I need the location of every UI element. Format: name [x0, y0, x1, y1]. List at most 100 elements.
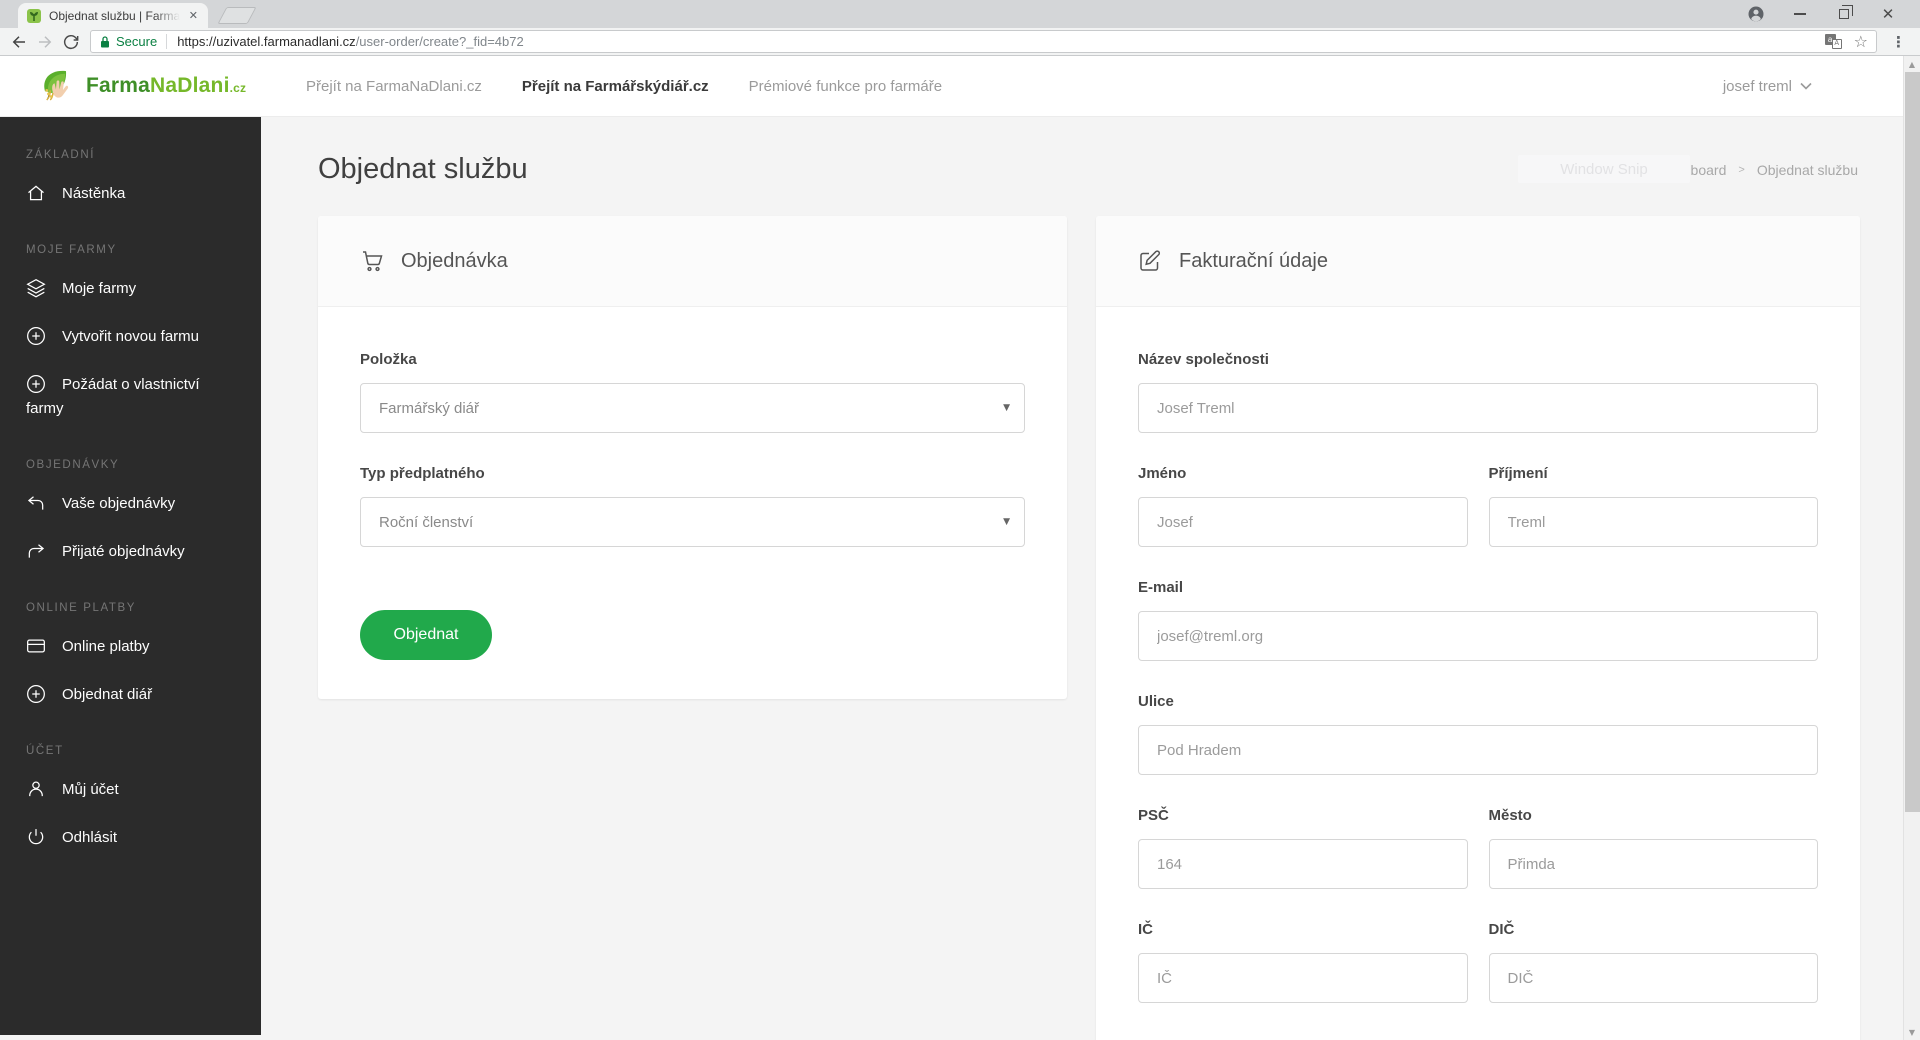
browser-tab[interactable]: Objednat službu | FarmaN ✕ — [18, 3, 208, 28]
breadcrumb-separator: > — [1738, 163, 1745, 176]
top-nav: Přejít na FarmaNaDlani.cz Přejít na Farm… — [306, 78, 942, 95]
sidebar: ZÁKLADNÍ Nástěnka MOJE FARMY Moje farmy … — [0, 117, 261, 1035]
sidebar-item-moje-farmy[interactable]: Moje farmy — [26, 265, 237, 313]
last-name-input[interactable] — [1488, 497, 1818, 547]
plus-circle-icon — [27, 685, 45, 703]
company-label: Název společnosti — [1138, 351, 1269, 368]
url-host: https://uzivatel.farmanadlani.cz — [177, 34, 356, 49]
company-input[interactable] — [1138, 383, 1818, 433]
sidebar-item-pozadat-vlastnictvi[interactable]: Požádat o vlastnictví farmy — [26, 361, 237, 433]
back-icon[interactable] — [6, 30, 32, 54]
zip-label: PSČ — [1138, 807, 1169, 824]
lock-icon — [99, 35, 111, 49]
bookmark-star-icon[interactable]: ☆ — [1854, 33, 1868, 50]
minimize-button[interactable] — [1778, 0, 1822, 28]
sidebar-item-nastenka[interactable]: Nástěnka — [26, 170, 237, 218]
ic-label: IČ — [1138, 921, 1153, 938]
last-name-label: Příjmení — [1488, 465, 1548, 482]
sidebar-section-zakladni: ZÁKLADNÍ — [26, 149, 96, 161]
breadcrumb: Dashboard > Objednat službu — [1658, 162, 1858, 178]
tab-title: Objednat službu | FarmaN — [49, 8, 180, 23]
sidebar-item-vytvorit-farmu[interactable]: Vytvořit novou farmu — [26, 313, 237, 361]
order-card-title: Objednávka — [401, 249, 508, 272]
home-icon — [28, 185, 44, 201]
scroll-up-icon[interactable]: ▲ — [1904, 56, 1920, 72]
url-path: /user-order/create?_fid=4b72 — [355, 34, 524, 49]
street-label: Ulice — [1138, 693, 1174, 710]
forward-icon[interactable] — [32, 30, 58, 54]
zip-input[interactable] — [1138, 839, 1468, 889]
restore-button[interactable] — [1822, 0, 1866, 28]
nav-link-farmanadlani[interactable]: Přejít na FarmaNaDlani.cz — [306, 78, 482, 95]
divider — [166, 34, 168, 49]
sidebar-section-online-platby: ONLINE PLATBY — [26, 602, 137, 614]
logo-hand-leaf-icon — [44, 70, 69, 101]
dic-label: DIČ — [1488, 921, 1515, 938]
page-title: Objednat službu — [318, 153, 528, 185]
app-header: FarmaNaDlani.cz Přejít na FarmaNaDlani.c… — [0, 56, 1920, 117]
order-card: Objednávka Položka Farmářský diář ▼ Typ … — [318, 216, 1067, 699]
close-button[interactable]: ✕ — [1866, 0, 1910, 28]
sidebar-item-prijate-objednavky[interactable]: Přijaté objednávky — [26, 528, 237, 576]
user-icon — [29, 781, 43, 797]
typ-predplatneho-select[interactable]: Roční členství ▼ — [360, 497, 1025, 547]
sidebar-item-vase-objednavky[interactable]: Vaše objednávky — [26, 480, 237, 528]
profile-icon[interactable] — [1734, 0, 1778, 28]
tab-close-icon[interactable]: ✕ — [187, 7, 200, 24]
first-name-input[interactable] — [1138, 497, 1468, 547]
user-menu[interactable]: josef treml — [1723, 78, 1812, 95]
email-label: E-mail — [1138, 579, 1184, 596]
dic-input[interactable] — [1488, 953, 1818, 1003]
forward-icon — [28, 544, 45, 558]
first-name-label: Jméno — [1138, 465, 1187, 482]
reply-icon — [27, 496, 44, 510]
cart-icon — [363, 251, 383, 272]
scrollbar-thumb[interactable] — [1905, 72, 1920, 812]
select-caret-icon: ▼ — [1003, 403, 1010, 413]
street-input[interactable] — [1138, 725, 1818, 775]
plus-circle-icon — [27, 375, 45, 393]
browser-menu-icon[interactable]: ⋮ — [1883, 33, 1914, 51]
translate-icon[interactable]: a A — [1824, 34, 1842, 49]
billing-card-title: Fakturační údaje — [1179, 249, 1328, 272]
new-tab-button[interactable] — [217, 7, 257, 24]
sidebar-section-objednavky: OBJEDNÁVKY — [26, 459, 120, 471]
ic-input[interactable] — [1138, 953, 1468, 1003]
browser-toolbar: Secure https://uzivatel.farmanadlani.cz … — [0, 28, 1920, 56]
layers-icon — [26, 278, 46, 298]
logo-text: FarmaNaDlani.cz — [86, 74, 247, 97]
typ-predplatneho-label: Typ předplatného — [360, 465, 485, 482]
select-caret-icon: ▼ — [1003, 517, 1010, 527]
scroll-down-icon[interactable]: ▼ — [1904, 1024, 1920, 1040]
sidebar-item-objednat-diar[interactable]: Objednat diář — [26, 671, 237, 719]
sidebar-item-odhlasit[interactable]: Odhlásit — [26, 814, 237, 862]
browser-tab-bar: Objednat službu | FarmaN ✕ ✕ — [0, 0, 1920, 28]
plus-circle-icon — [27, 327, 45, 345]
city-input[interactable] — [1488, 839, 1818, 889]
breadcrumb-dashboard[interactable]: Dashboard — [1658, 162, 1727, 178]
edit-icon — [1140, 250, 1160, 271]
polozka-select[interactable]: Farmářský diář ▼ — [360, 383, 1025, 433]
sidebar-section-moje-farmy: MOJE FARMY — [26, 244, 117, 256]
nav-link-farmarsky-diar[interactable]: Přejít na Farmářskýdiář.cz — [522, 78, 709, 95]
credit-card-icon — [27, 639, 45, 653]
chevron-down-icon — [1800, 82, 1812, 90]
city-label: Město — [1488, 807, 1532, 824]
power-icon — [28, 829, 44, 845]
reload-icon[interactable] — [58, 30, 84, 54]
url-bar[interactable]: Secure https://uzivatel.farmanadlani.cz … — [90, 30, 1877, 53]
scrollbar[interactable]: ▲ ▼ — [1903, 56, 1920, 1040]
email-input[interactable] — [1138, 611, 1818, 661]
breadcrumb-current: Objednat službu — [1756, 161, 1858, 178]
billing-card: Fakturační údaje Název společnosti Jméno… — [1096, 216, 1860, 1040]
objednat-button[interactable]: Objednat — [360, 610, 492, 660]
secure-label[interactable]: Secure — [116, 34, 157, 49]
sidebar-section-ucet: ÚČET — [26, 745, 64, 757]
polozka-label: Položka — [360, 351, 417, 368]
farmanadlani-logo[interactable]: FarmaNaDlani.cz — [38, 65, 246, 107]
sidebar-item-online-platby[interactable]: Online platby — [26, 623, 237, 671]
nav-link-premium[interactable]: Prémiové funkce pro farmáře — [749, 78, 942, 95]
sidebar-item-muj-ucet[interactable]: Můj účet — [26, 766, 237, 814]
main-content: Window Snip Objednat službu Dashboard > … — [261, 117, 1920, 1040]
user-name: josef treml — [1722, 77, 1792, 95]
